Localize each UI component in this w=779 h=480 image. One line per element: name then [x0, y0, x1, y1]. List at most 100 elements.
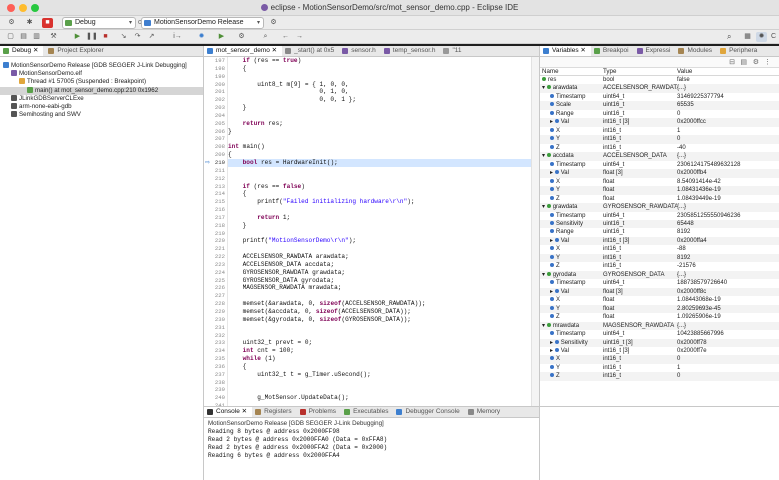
save-icon[interactable]: ▤	[18, 32, 29, 42]
tab-sensor-h[interactable]: sensor.h	[339, 46, 381, 56]
code-line[interactable]: uint32_t t = g_Timer.uSecond();	[228, 371, 531, 379]
variable-row[interactable]: Zint16_t -21576	[540, 262, 779, 270]
tab-expressi[interactable]: Expressi	[634, 46, 676, 56]
code-line[interactable]	[228, 167, 531, 175]
debug-tree-item[interactable]: arm-none-eabi-gdb	[0, 102, 203, 111]
debug-launch-icon[interactable]: ⚙	[6, 18, 17, 28]
variable-row[interactable]: ▸ Val int16_t [3] 0x2000ffa4	[540, 236, 779, 246]
chevron-right-icon[interactable]: ▸	[550, 348, 555, 354]
debug-run-icon[interactable]: ✹	[196, 32, 207, 42]
tab-memory[interactable]: Memory	[465, 407, 505, 417]
tab-variables[interactable]: Variables ✕	[540, 46, 591, 56]
tab-console[interactable]: Console ✕	[204, 407, 253, 417]
code-line[interactable]: GYROSENSOR_RAWDATA grawdata;	[228, 269, 531, 277]
variable-row[interactable]: ▸ Val int16_t [3] 0x2000ffcc	[540, 118, 779, 127]
close-icon[interactable]: ✕	[270, 47, 277, 54]
variable-row[interactable]: Yfloat 1.08431436e-19	[540, 186, 779, 195]
code-line[interactable]	[228, 245, 531, 253]
variable-row[interactable]: ▾ accdata ACCELSENSOR_DATA {...}	[540, 152, 779, 161]
code-area[interactable]: if (res == true) { uint8_t m[9] = { 1, 0…	[228, 57, 531, 406]
variable-row[interactable]: Sensitivity uint16_t 65448	[540, 219, 779, 229]
debug-tree-item[interactable]: JLinkGDBServerCLExe	[0, 94, 203, 103]
code-line[interactable]: uint8_t m[9] = { 1, 0, 0,	[228, 81, 531, 89]
code-line[interactable]	[228, 73, 531, 81]
variable-row[interactable]: ▸ Val float [3] 0x2000ff8c	[540, 287, 779, 297]
view-menu-icon[interactable]: ⋮	[764, 58, 771, 66]
terminate-icon[interactable]: ■	[100, 32, 111, 42]
variable-row[interactable]: Range uint16_t 8192	[540, 228, 779, 236]
forward-icon[interactable]: →	[294, 32, 305, 42]
tab-modules[interactable]: Modules	[675, 46, 717, 56]
variable-row[interactable]: ▸ Val float [3] 0x2000ffb4	[540, 169, 779, 178]
variable-row[interactable]: Yint16_t 8192	[540, 253, 779, 263]
tab-project-explorer[interactable]: Project Explorer	[45, 46, 108, 56]
variable-row[interactable]: res bool false	[540, 76, 779, 84]
code-line[interactable]: }	[228, 128, 531, 136]
overview-ruler[interactable]	[531, 57, 539, 406]
collapse-all-icon[interactable]: ⊟	[729, 58, 735, 66]
chevron-down-icon[interactable]: ▾	[542, 323, 547, 329]
launch-mode-combo[interactable]: Debug ▾	[62, 17, 136, 29]
code-line[interactable]: {	[228, 190, 531, 198]
variable-row[interactable]: ▸ Sensitivity uint16_t [3] 0x2000ff78	[540, 338, 779, 347]
code-line[interactable]: memset(&accdata, 0, sizeof(ACCELSENSOR_D…	[228, 308, 531, 316]
build-icon[interactable]: ⚒	[48, 32, 59, 42]
variable-row[interactable]: Zint16_t 0	[540, 372, 779, 381]
variable-row[interactable]: Range uint16_t 0	[540, 110, 779, 118]
variable-row[interactable]: Timestamp uint64_t 31469225377794	[540, 93, 779, 101]
variable-row[interactable]: Timestamp uint64_t 2306124175489632128	[540, 161, 779, 169]
variable-row[interactable]: Xint16_t 0	[540, 355, 779, 364]
show-type-icon[interactable]: ▤	[740, 58, 747, 66]
close-icon[interactable]: ✕	[579, 47, 585, 54]
tab--start-at-0x5[interactable]: _start() at 0x5	[282, 46, 339, 56]
variable-row[interactable]: Timestamp uint64_t 2305851255550946236	[540, 212, 779, 220]
code-line[interactable]	[228, 230, 531, 238]
code-line[interactable]: 0, 0, 1 };	[228, 96, 531, 104]
tab-debug[interactable]: Debug ✕	[0, 46, 44, 56]
code-line[interactable]: bool res = HardwareInit();	[228, 158, 531, 167]
variable-row[interactable]: Yfloat 2.80259693e-45	[540, 304, 779, 314]
code-line[interactable]: memset(&arawdata, 0, sizeof(ACCELSENSOR_…	[228, 300, 531, 308]
code-line[interactable]: GYROSENSOR_DATA gyrodata;	[228, 277, 531, 285]
variable-row[interactable]: ▾ gyrodata GYROSENSOR_DATA {...}	[540, 270, 779, 280]
code-line[interactable]	[228, 386, 531, 394]
code-line[interactable]: g_MotSensor.UpdateData();	[228, 394, 531, 402]
variable-row[interactable]: Xint16_t -88	[540, 245, 779, 253]
variable-row[interactable]: Zfloat 1.08439449e-19	[540, 195, 779, 203]
tab-mot-sensor-demo[interactable]: mot_sensor_demo ✕	[204, 46, 283, 56]
debug-tree-item[interactable]: Thread #1 57005 (Suspended : Breakpoint)	[0, 78, 203, 86]
variable-row[interactable]: Xint16_t 1	[540, 127, 779, 135]
code-line[interactable]: return res;	[228, 120, 531, 128]
step-into-icon[interactable]: ↘	[118, 32, 129, 42]
close-icon[interactable]: ✕	[240, 408, 247, 415]
settings-icon[interactable]: ✱	[24, 18, 35, 28]
tab-temp-sensor-h[interactable]: temp_sensor.h	[381, 46, 441, 56]
code-line[interactable]: {	[228, 65, 531, 73]
variable-row[interactable]: ▾ grawdata GYROSENSOR_RAWDATA {...}	[540, 203, 779, 212]
chevron-right-icon[interactable]: ▸	[550, 238, 555, 244]
filter-icon[interactable]: ⚙	[753, 58, 759, 66]
search-toolbar-icon[interactable]: ⌕	[260, 32, 271, 42]
step-over-icon[interactable]: ↷	[132, 32, 143, 42]
stop-icon[interactable]: ■	[42, 18, 53, 28]
run-icon[interactable]: ▶	[216, 32, 227, 42]
open-icon[interactable]: ▥	[31, 32, 42, 42]
tab-debugger-console[interactable]: Debugger Console	[393, 407, 464, 417]
variable-row[interactable]: ▾ mrawdata MAGSENSOR_RAWDATA {...}	[540, 321, 779, 331]
variable-row[interactable]: ▸ Val int16_t [3] 0x2000ff7e	[540, 347, 779, 355]
code-line[interactable]	[228, 135, 531, 143]
column-value[interactable]: Value	[677, 68, 772, 76]
code-line[interactable]: while (1)	[228, 355, 531, 363]
variable-row[interactable]: Zint16_t -40	[540, 144, 779, 152]
code-line[interactable]: MAGSENSOR_RAWDATA mrawdata;	[228, 284, 531, 292]
code-line[interactable]: }	[228, 222, 531, 230]
debug-tree-item[interactable]: MotionSensorDemo.elf	[0, 70, 203, 78]
column-name[interactable]: Name	[542, 68, 602, 76]
code-line[interactable]: if (res == true)	[228, 57, 531, 65]
code-line[interactable]: if (res == false)	[228, 183, 531, 191]
code-line[interactable]	[228, 112, 531, 120]
code-line[interactable]	[228, 324, 531, 332]
code-line[interactable]: ACCELSENSOR_RAWDATA arawdata;	[228, 253, 531, 261]
variable-row[interactable]: Xfloat 8.54091414e-42	[540, 178, 779, 186]
variable-row[interactable]: Scale uint16_t 65535	[540, 101, 779, 110]
